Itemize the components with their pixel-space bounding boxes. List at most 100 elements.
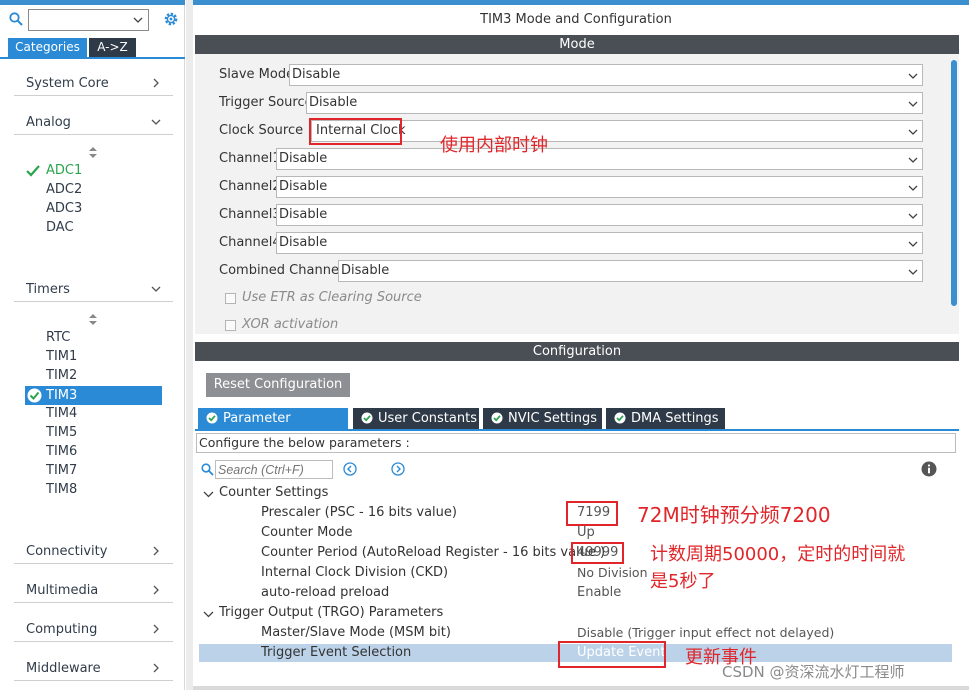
tab-nvic-settings[interactable]: NVIC Settings	[483, 408, 602, 429]
list-item-tim2[interactable]: TIM2	[46, 368, 77, 383]
channel1-label: Channel1	[219, 151, 281, 166]
category-analog[interactable]: Analog	[14, 112, 173, 135]
category-label: Analog	[26, 115, 71, 130]
channel1-select[interactable]: Disable	[276, 148, 923, 170]
period-highlight	[571, 542, 624, 564]
sort-icon[interactable]	[89, 314, 97, 325]
xor-activation-checkbox[interactable]	[225, 320, 236, 331]
chevron-down-icon	[908, 73, 918, 79]
clock-source-label: Clock Source	[219, 123, 304, 138]
trigger-source-label: Trigger Source	[219, 95, 313, 110]
tab-dma-settings[interactable]: DMA Settings	[606, 408, 725, 429]
previous-icon[interactable]	[343, 462, 357, 476]
clock-source-highlight	[309, 118, 402, 145]
use-etr-checkbox[interactable]	[225, 293, 236, 304]
channel4-label: Channel4	[219, 235, 281, 250]
list-item-rtc[interactable]: RTC	[46, 330, 70, 345]
category-system-core[interactable]: System Core	[14, 73, 173, 96]
category-label: Timers	[26, 282, 70, 297]
search-icon[interactable]	[9, 12, 23, 26]
reset-configuration-button[interactable]: Reset Configuration	[206, 373, 350, 397]
annotation-period-line2: 是5秒了	[650, 571, 716, 592]
select-value: Disable	[309, 95, 358, 110]
category-label: Middleware	[26, 661, 101, 676]
prescaler-highlight	[566, 501, 618, 526]
channel3-select[interactable]: Disable	[276, 204, 923, 226]
search-icon	[201, 463, 214, 476]
list-item-tim6[interactable]: TIM6	[46, 444, 77, 459]
select-value: Disable	[279, 207, 328, 222]
list-item-adc2[interactable]: ADC2	[46, 182, 82, 197]
category-multimedia[interactable]: Multimedia	[14, 580, 173, 603]
chevron-down-icon	[151, 119, 161, 125]
configuration-header: Configuration	[195, 342, 959, 361]
tabs-underline	[195, 429, 959, 431]
category-connectivity[interactable]: Connectivity	[14, 541, 173, 564]
chevron-down-icon	[908, 129, 918, 135]
category-middleware[interactable]: Middleware	[14, 658, 173, 681]
clock-source-select[interactable]: Internal Clock	[311, 120, 923, 142]
gear-icon[interactable]	[162, 10, 180, 28]
list-item-tim1[interactable]: TIM1	[46, 349, 77, 364]
category-timers[interactable]: Timers	[14, 279, 173, 302]
sort-icon[interactable]	[89, 147, 97, 158]
trigger-source-select[interactable]: Disable	[306, 92, 923, 114]
tab-label: DMA Settings	[631, 411, 719, 426]
xor-activation-label: XOR activation	[242, 317, 339, 332]
select-value: Disable	[341, 263, 390, 278]
list-item-tim8[interactable]: TIM8	[46, 482, 77, 497]
chevron-right-icon	[153, 546, 159, 556]
chevron-right-icon	[153, 78, 159, 88]
panel-splitter[interactable]	[186, 0, 193, 690]
auto-reload-label: auto-reload preload	[261, 585, 390, 600]
chevron-right-icon	[153, 585, 159, 595]
chevron-right-icon	[153, 624, 159, 634]
list-item-dac[interactable]: DAC	[46, 220, 74, 235]
msm-value[interactable]: Disable (Trigger input effect not delaye…	[577, 625, 834, 640]
chevron-down-icon	[908, 101, 918, 107]
mode-scrollbar[interactable]	[951, 60, 957, 306]
select-value: Disable	[292, 67, 341, 82]
counter-mode-value[interactable]: Up	[577, 525, 595, 540]
combined-channels-select[interactable]: Disable	[338, 260, 923, 282]
counter-period-label: Counter Period (AutoReload Register - 16…	[261, 545, 606, 560]
tab-user-constants[interactable]: User Constants	[353, 408, 479, 429]
list-item-adc1[interactable]: ADC1	[46, 163, 82, 178]
category-computing[interactable]: Computing	[14, 619, 173, 642]
trgo-parameters-group[interactable]: Trigger Output (TRGO) Parameters	[219, 605, 443, 620]
page-title: TIM3 Mode and Configuration	[480, 12, 672, 27]
tab-categories[interactable]: Categories	[8, 38, 87, 57]
tab-underline	[0, 57, 185, 59]
chevron-down-icon[interactable]	[132, 14, 144, 26]
next-icon[interactable]	[391, 462, 405, 476]
list-item-adc3[interactable]: ADC3	[46, 201, 82, 216]
annotation-period-line1: 计数周期50000，定时的时间就	[650, 544, 906, 565]
configure-description: Configure the below parameters :	[196, 433, 956, 453]
info-icon[interactable]	[921, 461, 937, 477]
list-item-tim5[interactable]: TIM5	[46, 425, 77, 440]
slave-mode-label: Slave Mode	[219, 67, 295, 82]
tab-label: NVIC Settings	[508, 411, 597, 426]
check-circle-icon	[27, 388, 42, 403]
chevron-down-icon[interactable]	[203, 609, 214, 620]
channel2-select[interactable]: Disable	[276, 176, 923, 198]
annotation-prescaler: 72M时钟预分频7200	[637, 503, 831, 527]
category-search-combo[interactable]	[28, 9, 149, 31]
chevron-down-icon	[151, 286, 161, 292]
slave-mode-select[interactable]: Disable	[289, 64, 923, 86]
tab-parameter-settings[interactable]: Parameter Settings	[198, 408, 348, 447]
counter-settings-group[interactable]: Counter Settings	[219, 485, 328, 500]
list-item-tim4[interactable]: TIM4	[46, 406, 77, 421]
tab-a-z[interactable]: A->Z	[89, 38, 136, 57]
msm-label: Master/Slave Mode (MSM bit)	[261, 625, 451, 640]
channel4-select[interactable]: Disable	[276, 232, 923, 254]
list-item-tim7[interactable]: TIM7	[46, 463, 77, 478]
horizontal-scrollbar[interactable]	[193, 686, 969, 690]
chevron-down-icon[interactable]	[203, 489, 214, 500]
clock-division-value[interactable]: No Division	[577, 565, 648, 580]
annotation-clock: 使用内部时钟	[440, 135, 548, 156]
auto-reload-value[interactable]: Enable	[577, 585, 621, 600]
check-circle-icon	[614, 412, 626, 424]
parameter-search-input[interactable]	[215, 460, 333, 479]
list-item-tim3[interactable]: TIM3	[25, 386, 162, 405]
